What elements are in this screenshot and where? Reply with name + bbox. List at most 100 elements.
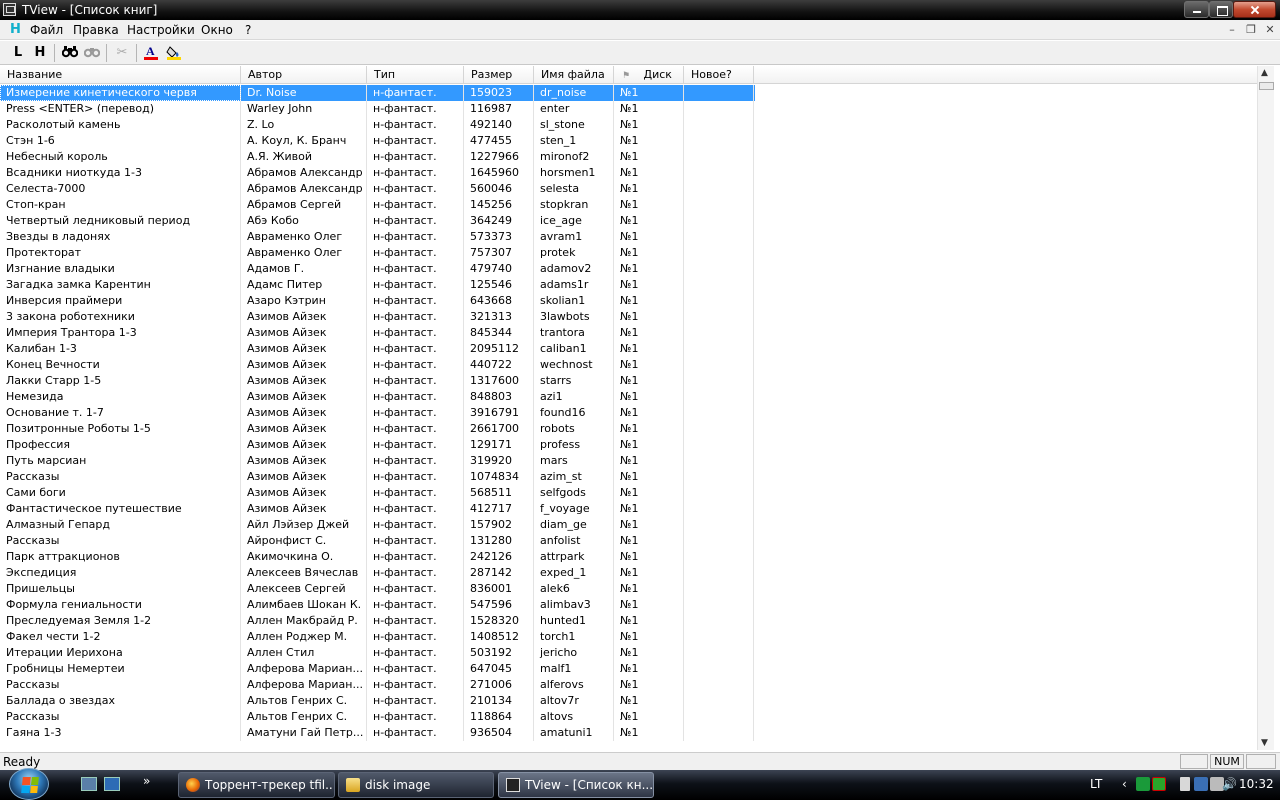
table-row[interactable]: Преследуемая Земля 1-2 Аллен Макбрайд Р. н… [0, 613, 755, 629]
table-row[interactable]: Рассказы Альтов Генрих С. н-фантаст. 118864… [0, 709, 755, 725]
table-row[interactable]: Расколотый камень Z. Lo н-фантаст. 492140 sl… [0, 117, 755, 133]
scroll-thumb[interactable] [1259, 82, 1274, 90]
table-row[interactable]: Баллада о звездах Альтов Генрих С. н-фанта… [0, 693, 755, 709]
find-icon[interactable] [60, 44, 80, 62]
cell-type: н-фантаст. [367, 533, 464, 549]
cell-type: н-фантаст. [367, 629, 464, 645]
table-row[interactable]: Гробницы Немертеи Алферова Мариан... н-фан… [0, 661, 755, 677]
table-row-selected[interactable]: Измерение кинетического червя Dr. Noise н-… [0, 85, 755, 101]
table-row[interactable]: Профессия Азимов Айзек н-фантаст. 129171 pro… [0, 437, 755, 453]
scroll-up-icon[interactable]: ▲ [1261, 68, 1268, 78]
column-header-type[interactable]: Тип [367, 66, 464, 84]
table-row[interactable]: Сами боги Азимов Айзек н-фантаст. 568511 sel… [0, 485, 755, 501]
table-row[interactable]: Всадники ниоткуда 1-3 Абрамов Александр н-… [0, 165, 755, 181]
quicklaunch-chevron-icon[interactable]: » [143, 774, 150, 788]
tray-expand-icon[interactable]: ‹ [1122, 777, 1127, 791]
column-header-disk[interactable]: ⚑ Диск [614, 66, 684, 84]
table-row[interactable]: Четвертый ледниковый период Абэ Кобо н-фан… [0, 213, 755, 229]
task-torrent-browser[interactable]: Торрент-трекер tfil... [178, 772, 335, 798]
cell-disk: №1 [614, 117, 684, 133]
task-tview[interactable]: TView - [Список кн... [498, 772, 654, 798]
column-header-new[interactable]: Новое? [684, 66, 754, 84]
table-row[interactable]: Алмазный Гепард Айл Лэйзер Джей н-фантаст.… [0, 517, 755, 533]
mdi-close-icon[interactable]: ✕ [1261, 22, 1279, 38]
cell-disk: №1 [614, 629, 684, 645]
table-row-partial[interactable] [0, 741, 755, 750]
table-row[interactable]: Стэн 1-6 А. Коул, К. Бранч н-фантаст. 47745… [0, 133, 755, 149]
language-indicator[interactable]: LT [1090, 777, 1102, 791]
cell-title: Стоп-кран [0, 197, 241, 213]
sort-flag-icon: ⚑ [622, 71, 631, 81]
table-row[interactable]: Стоп-кран Абрамов Сергей н-фантаст. 145256 s… [0, 197, 755, 213]
switch-windows-icon[interactable] [104, 777, 120, 791]
cell-size: 440722 [464, 357, 534, 373]
scissors-icon[interactable]: ✂ [112, 44, 132, 62]
table-row[interactable]: Рассказы Айронфист С. н-фантаст. 131280 anfo… [0, 533, 755, 549]
start-button[interactable] [9, 768, 49, 800]
fill-color-icon[interactable] [164, 44, 184, 62]
sort-low-button[interactable]: L [8, 44, 28, 62]
menu-edit[interactable]: Правка [73, 23, 119, 37]
table-row[interactable]: Рассказы Азимов Айзек н-фантаст. 1074834 azi… [0, 469, 755, 485]
table-row[interactable]: Загадка замка Карентин Адамс Питер н-фанта… [0, 277, 755, 293]
table-row[interactable]: Позитронные Роботы 1-5 Азимов Айзек н-фант… [0, 421, 755, 437]
table-row[interactable]: Press <ENTER> (перевод) Warley John н-фант… [0, 101, 755, 117]
menu-help[interactable]: ? [245, 23, 251, 37]
clock[interactable]: 10:32 [1239, 777, 1274, 791]
table-row[interactable]: Инверсия праймери Азаро Кэтрин н-фантаст. 6… [0, 293, 755, 309]
task-label: disk image [365, 778, 431, 792]
table-row[interactable]: Факел чести 1-2 Аллен Роджер М. н-фантаст.… [0, 629, 755, 645]
maximize-button[interactable] [1209, 1, 1233, 18]
app-icon[interactable] [3, 3, 16, 16]
scroll-down-icon[interactable]: ▼ [1261, 738, 1268, 748]
table-row[interactable]: Формула гениальности Алимбаев Шокан К. н-ф… [0, 597, 755, 613]
find-next-icon[interactable] [82, 44, 102, 62]
network-icon[interactable] [1194, 777, 1208, 791]
cell-filename: skolian1 [534, 293, 614, 309]
antivirus-icon[interactable] [1152, 777, 1166, 791]
table-row[interactable]: Пришельцы Алексеев Сергей н-фантаст. 836001… [0, 581, 755, 597]
table-row[interactable]: Изгнание владыки Адамов Г. н-фантаст. 47974… [0, 261, 755, 277]
table-row[interactable]: Протекторат Авраменко Олег н-фантаст. 75730… [0, 245, 755, 261]
table-row[interactable]: Парк аттракционов Акимочкина О. н-фантаст.… [0, 549, 755, 565]
column-header-filename[interactable]: Имя файла [534, 66, 614, 84]
table-row[interactable]: Конец Вечности Азимов Айзек н-фантаст. 4407… [0, 357, 755, 373]
book-list-grid[interactable]: Название Автор Тип Размер Имя файла ⚑ Ди… [0, 66, 1257, 750]
table-row[interactable]: Империя Трантора 1-3 Азимов Айзек н-фантас… [0, 325, 755, 341]
close-button[interactable] [1233, 1, 1276, 18]
column-header-title[interactable]: Название [0, 66, 241, 84]
mdi-restore-icon[interactable]: ❐ [1242, 22, 1260, 38]
mdi-minimize-icon[interactable]: – [1223, 22, 1241, 38]
menu-window[interactable]: Окно [201, 23, 233, 37]
font-color-icon[interactable]: A [141, 44, 161, 62]
minimize-button[interactable] [1184, 1, 1209, 18]
table-row[interactable]: Небесный король А.Я. Живой н-фантаст. 12279… [0, 149, 755, 165]
table-row[interactable]: Лакки Старр 1-5 Азимов Айзек н-фантаст. 131… [0, 373, 755, 389]
table-row[interactable]: Гаяна 1-3 Аматуни Гай Петр... н-фантаст. 93… [0, 725, 755, 741]
device-icon[interactable] [1180, 777, 1190, 791]
table-row[interactable]: Путь марсиан Азимов Айзек н-фантаст. 319920… [0, 453, 755, 469]
network-c-icon[interactable] [1136, 777, 1150, 791]
table-row[interactable]: Экспедиция Алексеев Вячеслав н-фантаст. 287… [0, 565, 755, 581]
table-row[interactable]: Калибан 1-3 Азимов Айзек н-фантаст. 2095112… [0, 341, 755, 357]
vertical-scrollbar[interactable]: ▲ ▼ [1257, 66, 1274, 750]
table-row[interactable]: Немезида Азимов Айзек н-фантаст. 848803 azi1… [0, 389, 755, 405]
column-header-author[interactable]: Автор [241, 66, 367, 84]
column-header-size[interactable]: Размер [464, 66, 534, 84]
volume-icon[interactable]: 🔊 [1222, 777, 1237, 791]
table-row[interactable]: Селеста-7000 Абрамов Александр н-фантаст. 5… [0, 181, 755, 197]
sort-high-button[interactable]: H [30, 44, 50, 62]
mdi-child-icon[interactable]: H [10, 22, 21, 37]
table-row[interactable]: Рассказы Алферова Мариан... н-фантаст. 2710… [0, 677, 755, 693]
cell-title: Баллада о звездах [0, 693, 241, 709]
menu-settings[interactable]: Настройки [127, 23, 195, 37]
table-row[interactable]: Звезды в ладонях Авраменко Олег н-фантаст.… [0, 229, 755, 245]
table-row[interactable]: Основание т. 1-7 Азимов Айзек н-фантаст. 39… [0, 405, 755, 421]
cell-type: н-фантаст. [367, 565, 464, 581]
table-row[interactable]: Фантастическое путешествие Азимов Айзек н-… [0, 501, 755, 517]
table-row[interactable]: Итерации Иерихона Аллен Стил н-фантаст. 503… [0, 645, 755, 661]
show-desktop-icon[interactable] [81, 777, 97, 791]
table-row[interactable]: 3 закона роботехники Азимов Айзек н-фантас… [0, 309, 755, 325]
task-disk-image[interactable]: disk image [338, 772, 494, 798]
menu-file[interactable]: Файл [30, 23, 63, 37]
